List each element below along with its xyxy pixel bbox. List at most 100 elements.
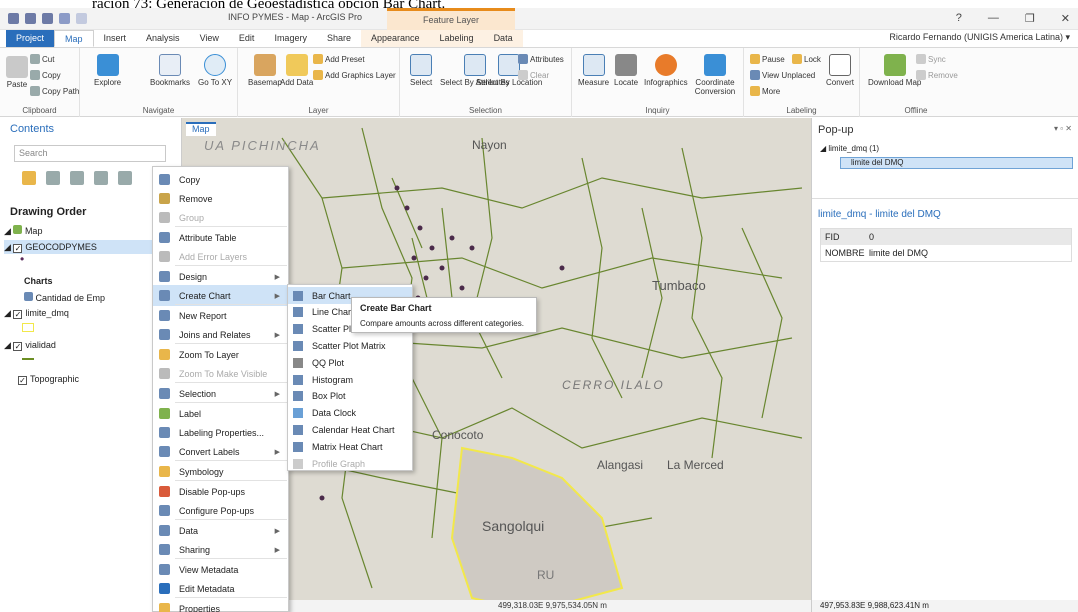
menu-item-symbology[interactable]: Symbology (153, 461, 288, 482)
menu-item-remove[interactable]: Remove (153, 188, 288, 209)
popup-status-bar: 497,953.83E 9,988,623.41N m (812, 600, 1078, 612)
list-by-snapping-icon[interactable] (118, 171, 132, 185)
submenu-item-calendar-heat-chart[interactable]: Calendar Heat Chart (288, 421, 412, 438)
submenu-item-box-plot[interactable]: Box Plot (288, 388, 412, 405)
menu-item-design[interactable]: Design ▶ (153, 266, 288, 287)
tab-edit[interactable]: Edit (229, 30, 265, 47)
menu-item-sharing[interactable]: Sharing ▶ (153, 539, 288, 560)
quick-access-toolbar (0, 13, 87, 24)
minimize-button[interactable]: — (988, 12, 999, 25)
convert-labels-button[interactable]: Convert (826, 54, 854, 87)
map-tab[interactable]: Map (186, 122, 216, 136)
copy-path-button[interactable]: Copy Path (30, 86, 79, 96)
layer-checkbox[interactable]: ✓ (13, 310, 23, 319)
tab-analysis[interactable]: Analysis (136, 30, 190, 47)
menu-item-data[interactable]: Data ▶ (153, 520, 288, 541)
layer-vialidad[interactable]: ◢ ✓ vialidad (4, 340, 56, 351)
menu-item-copy[interactable]: Copy (153, 169, 288, 190)
menu-item-configure-pop-ups[interactable]: Configure Pop-ups (153, 500, 288, 521)
tab-insert[interactable]: Insert (94, 30, 137, 47)
add-graphics-layer-button[interactable]: Add Graphics Layer (313, 70, 396, 80)
undo-icon[interactable] (59, 13, 70, 24)
layer-geocodpymes[interactable]: ◢ ✓ GEOCODPYMES (4, 240, 176, 254)
user-account[interactable]: Ricardo Fernando (UNIGIS America Latina)… (889, 32, 1070, 43)
attributes-button[interactable]: Attributes (518, 54, 564, 64)
menu-item-icon (159, 486, 170, 497)
layer-checkbox[interactable]: ✓ (18, 376, 27, 385)
cut-button[interactable]: Cut (30, 54, 54, 64)
pane-controls[interactable]: ▾ ▫ ✕ (1054, 124, 1072, 133)
paste-button[interactable]: Paste (6, 56, 28, 89)
remove-offline-button[interactable]: Remove (916, 70, 958, 80)
menu-item-view-metadata[interactable]: View Metadata (153, 559, 288, 580)
submenu-item-profile-graph[interactable]: Profile Graph (288, 455, 412, 472)
tab-map[interactable]: Map (54, 30, 94, 47)
map-node[interactable]: ◢ Map (4, 225, 42, 237)
open-project-icon[interactable] (25, 13, 36, 24)
submenu-item-qq-plot[interactable]: QQ Plot (288, 354, 412, 371)
maximize-button[interactable]: ❐ (1025, 12, 1035, 25)
pause-labeling-button[interactable]: Pause (750, 54, 785, 64)
menu-item-selection[interactable]: Selection ▶ (153, 383, 288, 404)
tab-data[interactable]: Data (483, 30, 523, 47)
goto-xy-button[interactable]: Go To XY (198, 54, 232, 87)
menu-item-add-error-layers[interactable]: Add Error Layers (153, 246, 288, 267)
measure-button[interactable]: Measure (578, 54, 609, 87)
add-data-button[interactable]: Add Data (280, 54, 313, 87)
submenu-item-histogram[interactable]: Histogram (288, 371, 412, 388)
menu-item-convert-labels[interactable]: Convert Labels ▶ (153, 441, 288, 462)
menu-item-properties[interactable]: Properties (153, 598, 288, 612)
popup-tree-layer[interactable]: ◢ limite_dmq (1) (820, 144, 879, 153)
chart-item[interactable]: Cantidad de Emp (24, 292, 105, 303)
menu-item-new-report[interactable]: New Report (153, 305, 288, 326)
tab-view[interactable]: View (190, 30, 229, 47)
layer-limite-dmq[interactable]: ◢ ✓ limite_dmq (4, 308, 69, 319)
save-icon[interactable] (42, 13, 53, 24)
submenu-item-matrix-heat-chart[interactable]: Matrix Heat Chart (288, 438, 412, 455)
new-project-icon[interactable] (8, 13, 19, 24)
contents-search-input[interactable]: Search (14, 145, 166, 162)
select-button[interactable]: Select (410, 54, 432, 87)
copy-button[interactable]: Copy (30, 70, 61, 80)
list-by-selection-icon[interactable] (70, 171, 84, 185)
close-button[interactable]: ✕ (1061, 12, 1070, 25)
more-labeling-button[interactable]: More (750, 86, 780, 96)
menu-item-disable-pop-ups[interactable]: Disable Pop-ups (153, 481, 288, 502)
coordinate-conversion-button[interactable]: Coordinate Conversion (690, 54, 740, 96)
list-by-source-icon[interactable] (46, 171, 60, 185)
redo-icon[interactable] (76, 13, 87, 24)
menu-item-label[interactable]: Label (153, 403, 288, 424)
menu-item-create-chart[interactable]: Create Chart ▶ (153, 285, 288, 306)
basemap-button[interactable]: Basemap (248, 54, 282, 87)
submenu-item-scatter-plot-matrix[interactable]: Scatter Plot Matrix (288, 337, 412, 354)
download-map-button[interactable]: Download Map (868, 54, 921, 87)
menu-item-joins-and-relates[interactable]: Joins and Relates ▶ (153, 324, 288, 345)
bookmarks-button[interactable]: Bookmarks (150, 54, 190, 87)
menu-item-edit-metadata[interactable]: Edit Metadata (153, 578, 288, 599)
tab-project[interactable]: Project (6, 30, 55, 47)
help-button[interactable]: ? (956, 12, 962, 25)
menu-item-attribute-table[interactable]: Attribute Table (153, 227, 288, 248)
add-preset-button[interactable]: Add Preset (313, 54, 365, 64)
list-by-editing-icon[interactable] (94, 171, 108, 185)
menu-item-group[interactable]: Group (153, 207, 288, 228)
menu-item-labeling-properties[interactable]: Labeling Properties... (153, 422, 288, 443)
layer-topographic[interactable]: ✓ Topographic (18, 374, 79, 385)
popup-tree-item[interactable]: limite del DMQ (840, 157, 1073, 169)
submenu-item-data-clock[interactable]: Data Clock (288, 405, 412, 422)
list-by-drawing-order-icon[interactable] (22, 171, 36, 185)
tab-labeling[interactable]: Labeling (429, 30, 484, 47)
explore-button[interactable]: Explore (94, 54, 121, 87)
locate-button[interactable]: Locate (614, 54, 638, 87)
sync-button[interactable]: Sync (916, 54, 946, 64)
menu-item-zoom-to-layer[interactable]: Zoom To Layer (153, 344, 288, 365)
layer-checkbox[interactable]: ✓ (13, 342, 23, 351)
infographics-button[interactable]: Infographics (644, 54, 688, 87)
tab-appearance[interactable]: Appearance (360, 30, 430, 47)
menu-item-zoom-to-make-visible[interactable]: Zoom To Make Visible (153, 363, 288, 384)
view-unplaced-button[interactable]: View Unplaced (750, 70, 815, 80)
tab-imagery[interactable]: Imagery (264, 30, 317, 47)
lock-labeling-button[interactable]: Lock (792, 54, 821, 64)
tab-share[interactable]: Share (317, 30, 361, 47)
clear-selection-button[interactable]: Clear (518, 70, 549, 80)
